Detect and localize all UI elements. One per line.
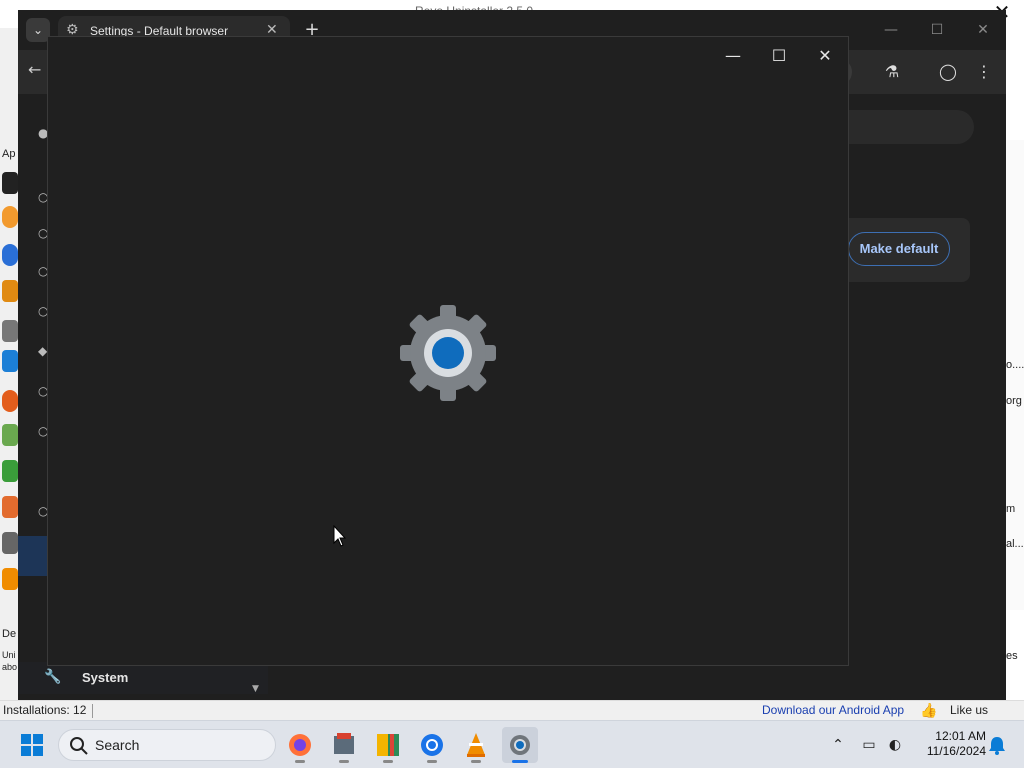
taskbar-clock[interactable]: 12:01 AM 11/16/2024 <box>912 729 986 759</box>
installations-count: Installations: 12 <box>3 703 87 717</box>
sidebar-item-system[interactable]: 🔧 System ▼ <box>18 662 268 694</box>
chrome-minimize-button[interactable]: — <box>876 18 906 42</box>
tool-icon[interactable] <box>2 390 18 412</box>
minimize-button[interactable]: — <box>710 41 756 71</box>
taskbar: Search ⌃ ▭ ◐ 12:01 AM 11/16/2024 <box>0 720 1024 768</box>
settings-gear-icon <box>510 735 530 755</box>
clock-date: 11/16/2024 <box>926 744 986 758</box>
profile-icon[interactable]: ◯ <box>936 60 960 84</box>
windows-start-icon[interactable] <box>20 733 44 757</box>
list-cell: m <box>1006 503 1016 515</box>
settings-splash-window: — ☐ ✕ <box>47 36 849 666</box>
search-icon <box>70 737 88 755</box>
search-placeholder: Search <box>95 737 140 753</box>
clock-time: 12:01 AM <box>935 729 986 743</box>
active-indicator <box>512 760 528 763</box>
sidebar-item-icon[interactable]: ◆ <box>38 344 47 358</box>
list-cell: al... <box>1006 538 1024 550</box>
maximize-button[interactable]: ☐ <box>756 41 802 71</box>
tool-icon[interactable] <box>2 206 18 228</box>
list-cell: org <box>1006 395 1022 407</box>
taskbar-app-chrome[interactable] <box>414 727 450 763</box>
taskbar-search-input[interactable]: Search <box>58 729 276 761</box>
maps-icon <box>377 734 399 756</box>
running-indicator <box>471 760 481 763</box>
settings-search-input[interactable] <box>848 110 974 144</box>
gear-center <box>432 337 464 369</box>
taskbar-app-settings[interactable] <box>502 727 538 763</box>
wrench-icon: 🔧 <box>44 669 62 685</box>
chrome-close-button[interactable]: ✕ <box>968 18 998 42</box>
make-default-button[interactable]: Make default <box>848 232 950 266</box>
tool-icon[interactable] <box>2 244 18 266</box>
tool-icon[interactable] <box>2 280 18 302</box>
notification-bell-icon[interactable] <box>986 733 1008 757</box>
status-bar: Installations: 12 Download our Android A… <box>0 700 1024 720</box>
running-indicator <box>427 760 437 763</box>
background-app-left-toolbar <box>0 28 18 708</box>
back-arrow-icon[interactable]: ← <box>28 60 41 79</box>
list-cell: es <box>1006 650 1018 662</box>
sidebar-item-label: System <box>82 670 129 685</box>
display-tray-icon[interactable]: ▭ <box>858 733 880 757</box>
taskbar-app-maps[interactable] <box>370 727 406 763</box>
tool-icon[interactable] <box>2 172 18 194</box>
tool-icon[interactable] <box>2 460 18 482</box>
running-indicator <box>383 760 393 763</box>
close-button[interactable]: ✕ <box>802 41 848 71</box>
running-indicator <box>339 760 349 763</box>
firefox-icon <box>289 734 311 756</box>
android-app-link[interactable]: Download our Android App <box>762 703 904 717</box>
scroll-down-arrow[interactable]: ▼ <box>252 684 259 694</box>
tool-icon[interactable] <box>2 320 18 342</box>
network-tray-icon[interactable]: ◐ <box>884 733 906 757</box>
tray-overflow-chevron-icon[interactable]: ⌃ <box>828 733 848 757</box>
tool-icon[interactable] <box>2 424 18 446</box>
tool-icon[interactable] <box>2 532 18 554</box>
mouse-cursor-icon <box>333 525 347 547</box>
tool-icon[interactable] <box>2 350 18 372</box>
uninstaller-icon <box>334 733 354 754</box>
taskbar-app-vlc[interactable] <box>458 727 494 763</box>
chrome-icon <box>421 734 443 756</box>
tool-icon[interactable] <box>2 568 18 590</box>
menu-kebab-icon[interactable]: ⋮ <box>972 60 996 84</box>
thumbs-up-icon[interactable]: 👍 <box>920 702 940 720</box>
tool-icon[interactable] <box>2 496 18 518</box>
chrome-maximize-button[interactable]: ☐ <box>922 18 952 42</box>
taskbar-app-revo-uninstaller[interactable] <box>326 727 362 763</box>
vlc-cone-icon <box>467 733 485 757</box>
list-cell: o.... <box>1006 359 1024 371</box>
sidebar-item-default-browser[interactable] <box>18 536 48 576</box>
default-browser-card: Make default <box>848 218 970 282</box>
settings-gear-icon <box>400 305 496 401</box>
running-indicator <box>295 760 305 763</box>
taskbar-app-firefox[interactable] <box>282 727 318 763</box>
like-us-link[interactable]: Like us <box>950 703 988 717</box>
labs-flask-icon[interactable]: ⚗ <box>880 60 904 84</box>
settings-sidebar: ● ○ ○ ○ ○ ◆ ○ ○ ○ <box>18 94 48 700</box>
status-divider <box>92 704 93 718</box>
